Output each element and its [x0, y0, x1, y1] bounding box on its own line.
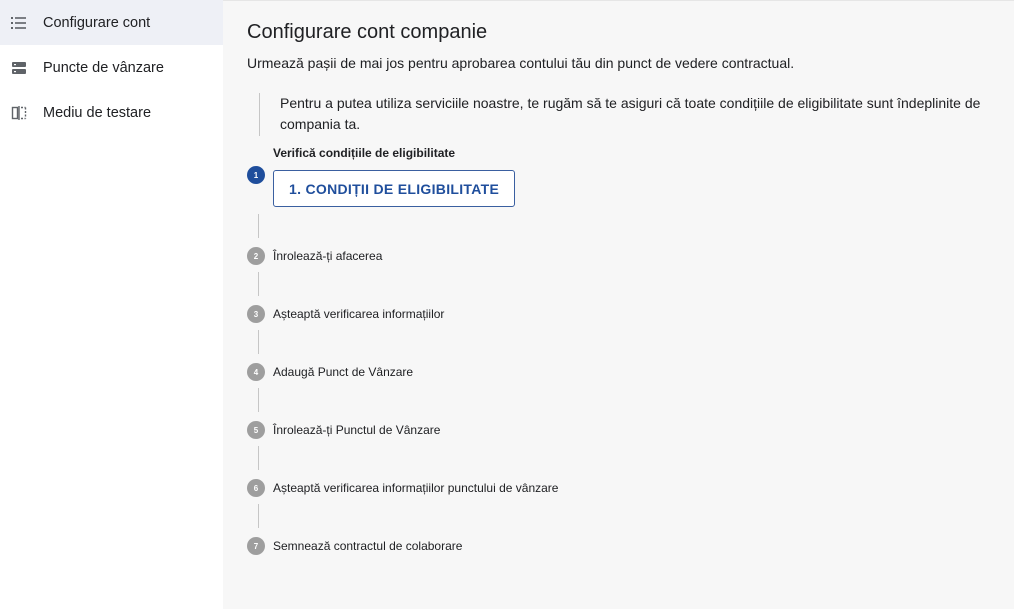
step-5-label: Înrolează-ți Punctul de Vânzare	[273, 423, 441, 437]
eligibility-conditions-button[interactable]: 1. CONDIȚII DE ELIGIBILITATE	[273, 170, 516, 207]
sidebar-item-label: Configurare cont	[43, 14, 151, 31]
step-connector	[258, 214, 259, 238]
sidebar-item-configurare-cont[interactable]: Configurare cont	[0, 0, 223, 45]
step-2-indicator: 2	[247, 247, 265, 265]
step-2-label: Înrolează-ți afacerea	[273, 249, 383, 263]
step-1-label: Verifică condițiile de eligibilitate	[273, 146, 456, 160]
step-7-label: Semnează contractul de colaborare	[273, 539, 463, 553]
step-1-indicator: 1	[247, 166, 265, 184]
sidebar-item-puncte-de-vanzare[interactable]: Puncte de vânzare	[0, 45, 223, 90]
step-6-indicator: 6	[247, 479, 265, 497]
step-7-indicator: 7	[247, 537, 265, 555]
page-subtitle: Urmează pașii de mai jos pentru aprobare…	[247, 55, 795, 71]
step-connector	[258, 446, 259, 470]
step-connector	[258, 504, 259, 528]
step-3-indicator: 3	[247, 305, 265, 323]
step-5-indicator: 5	[247, 421, 265, 439]
page-title: Configurare cont companie	[247, 21, 488, 43]
split-view-icon	[10, 104, 28, 122]
step-connector	[258, 272, 259, 296]
step-3-label: Așteaptă verificarea informațiilor	[273, 307, 445, 321]
info-note: Pentru a putea utiliza serviciile noastr…	[259, 93, 1014, 136]
step-6-label: Așteaptă verificarea informațiilor punct…	[273, 481, 559, 495]
step-connector	[258, 330, 259, 354]
main-content: Configurare cont companie Urmează pașii …	[223, 0, 1014, 609]
list-icon	[10, 14, 28, 32]
step-connector	[258, 388, 259, 412]
sidebar-item-label: Mediu de testare	[43, 104, 152, 121]
storage-icon	[10, 59, 28, 77]
sidebar-item-mediu-de-testare[interactable]: Mediu de testare	[0, 90, 223, 135]
sidebar: Configurare cont Puncte de vânzare Mediu…	[0, 0, 223, 609]
sidebar-item-label: Puncte de vânzare	[43, 59, 164, 76]
step-4-label: Adaugă Punct de Vânzare	[273, 365, 414, 379]
step-4-indicator: 4	[247, 363, 265, 381]
